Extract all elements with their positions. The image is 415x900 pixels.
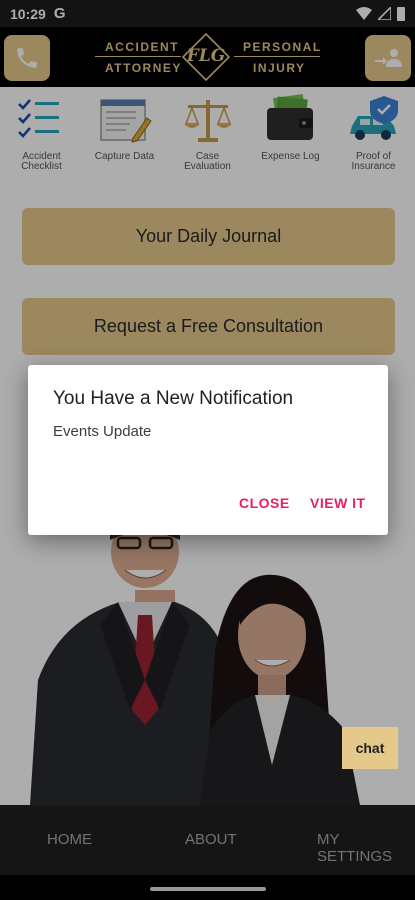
chat-button[interactable]: chat: [342, 727, 398, 769]
dialog-close-button[interactable]: CLOSE: [239, 495, 290, 511]
dialog-message: Events Update: [53, 423, 152, 440]
dialog-title: You Have a New Notification: [53, 388, 294, 409]
notification-dialog: You Have a New Notification Events Updat…: [28, 365, 388, 535]
dialog-view-button[interactable]: VIEW IT: [310, 495, 366, 511]
